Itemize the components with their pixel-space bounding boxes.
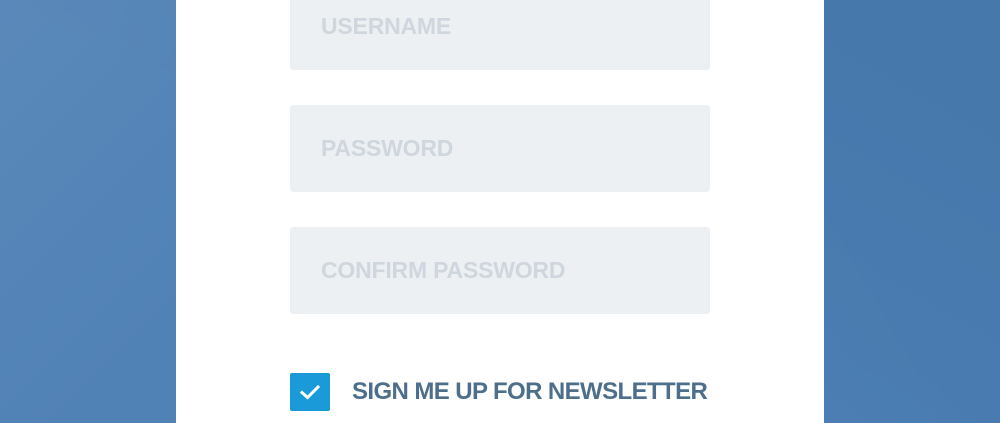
newsletter-checkbox-row[interactable]: SIGN ME UP FOR NEWSLETTER	[290, 373, 708, 411]
signup-panel: SIGN ME UP FOR NEWSLETTER	[176, 0, 824, 423]
confirm-password-input[interactable]	[290, 227, 710, 314]
check-icon	[300, 384, 320, 400]
password-input[interactable]	[290, 105, 710, 192]
username-input[interactable]	[290, 0, 710, 70]
newsletter-label: SIGN ME UP FOR NEWSLETTER	[352, 378, 708, 405]
newsletter-checkbox[interactable]	[290, 373, 330, 411]
